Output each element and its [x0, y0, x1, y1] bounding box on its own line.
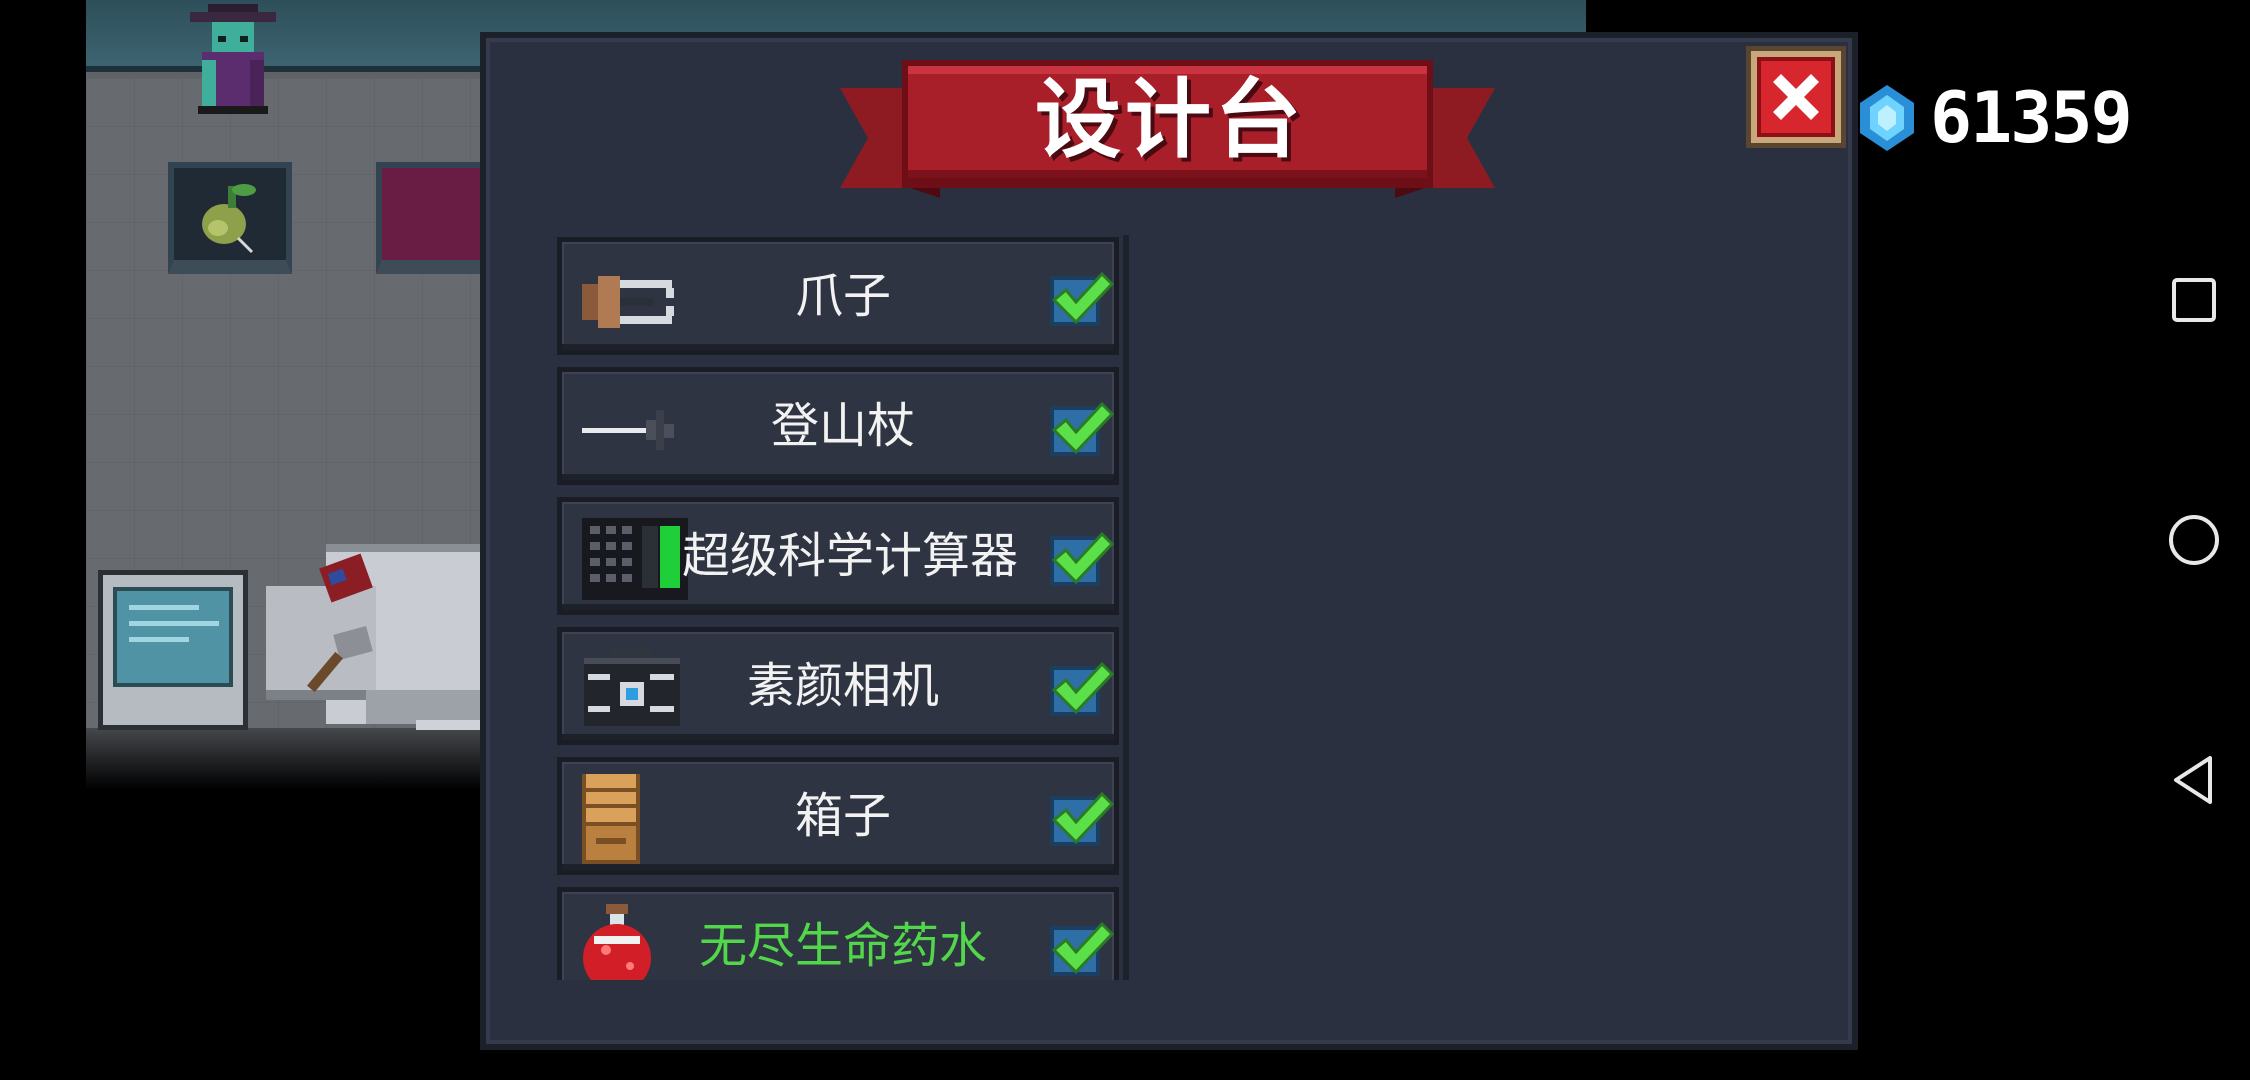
list-item-potion[interactable]: 无尽生命药水	[557, 887, 1119, 980]
display-shelf	[376, 162, 496, 274]
item-checkbox[interactable]	[1050, 401, 1114, 456]
close-x-icon	[1773, 74, 1819, 120]
checkmark-icon	[1051, 921, 1114, 975]
list-item-trekking-pole[interactable]: 登山杖	[557, 367, 1119, 485]
computer-monitor	[98, 570, 248, 730]
wizard-npc-icon	[190, 4, 276, 114]
checkmark-icon	[1051, 661, 1114, 715]
wooden-box-icon	[582, 774, 640, 864]
item-name: 登山杖	[770, 398, 915, 454]
item-checkbox[interactable]	[1050, 921, 1114, 976]
blue-gem-icon	[1860, 85, 1914, 151]
gem-count: 61359	[1930, 77, 2133, 159]
square-recents-icon	[2172, 278, 2216, 322]
recents-button[interactable]	[2164, 270, 2224, 330]
item-checkbox[interactable]	[1050, 531, 1114, 586]
triangle-back-icon	[2174, 756, 2212, 804]
checkmark-icon	[1051, 531, 1114, 585]
list-item-box[interactable]: 箱子	[557, 757, 1119, 875]
list-item-camera[interactable]: 素颜相机	[557, 627, 1119, 745]
system-nav-bar	[2140, 0, 2250, 1080]
list-item-calculator[interactable]: 超级科学计算器	[557, 497, 1119, 615]
checkmark-icon	[1051, 271, 1114, 325]
close-button[interactable]	[1746, 46, 1846, 148]
item-name: 爪子	[794, 268, 891, 324]
item-name: 素颜相机	[746, 658, 939, 714]
calculator-icon	[582, 518, 688, 600]
item-name: 超级科学计算器	[682, 528, 1019, 584]
display-shelf	[168, 162, 292, 274]
seed-pod-icon	[202, 184, 256, 254]
list-item-claw[interactable]: 爪子	[557, 237, 1119, 355]
checkmark-icon	[1051, 791, 1114, 845]
item-checkbox[interactable]	[1050, 791, 1114, 846]
item-name: 箱子	[794, 788, 891, 844]
item-checkbox[interactable]	[1050, 661, 1114, 716]
panel-title: 设计台	[1035, 70, 1305, 170]
item-name: 无尽生命药水	[698, 918, 987, 974]
blueprint-list[interactable]: 爪子 登山杖 超级科学计算器 素颜相机 箱子 无尽生命药水	[557, 235, 1129, 980]
game-screen: 设计台 61359 爪子 登山杖 超级科学计算器 素颜相机 箱子 无尽生命药水	[0, 0, 2250, 1080]
back-button[interactable]	[2164, 750, 2224, 810]
gem-counter: 61359	[1858, 77, 2133, 159]
red-potion-icon	[583, 904, 651, 980]
circle-home-icon	[2169, 515, 2219, 565]
home-button[interactable]	[2164, 510, 2224, 570]
item-checkbox[interactable]	[1050, 271, 1114, 326]
checkmark-icon	[1051, 401, 1114, 455]
camera-icon	[584, 648, 680, 726]
claw-icon	[582, 276, 674, 328]
trekking-pole-icon	[582, 410, 674, 450]
